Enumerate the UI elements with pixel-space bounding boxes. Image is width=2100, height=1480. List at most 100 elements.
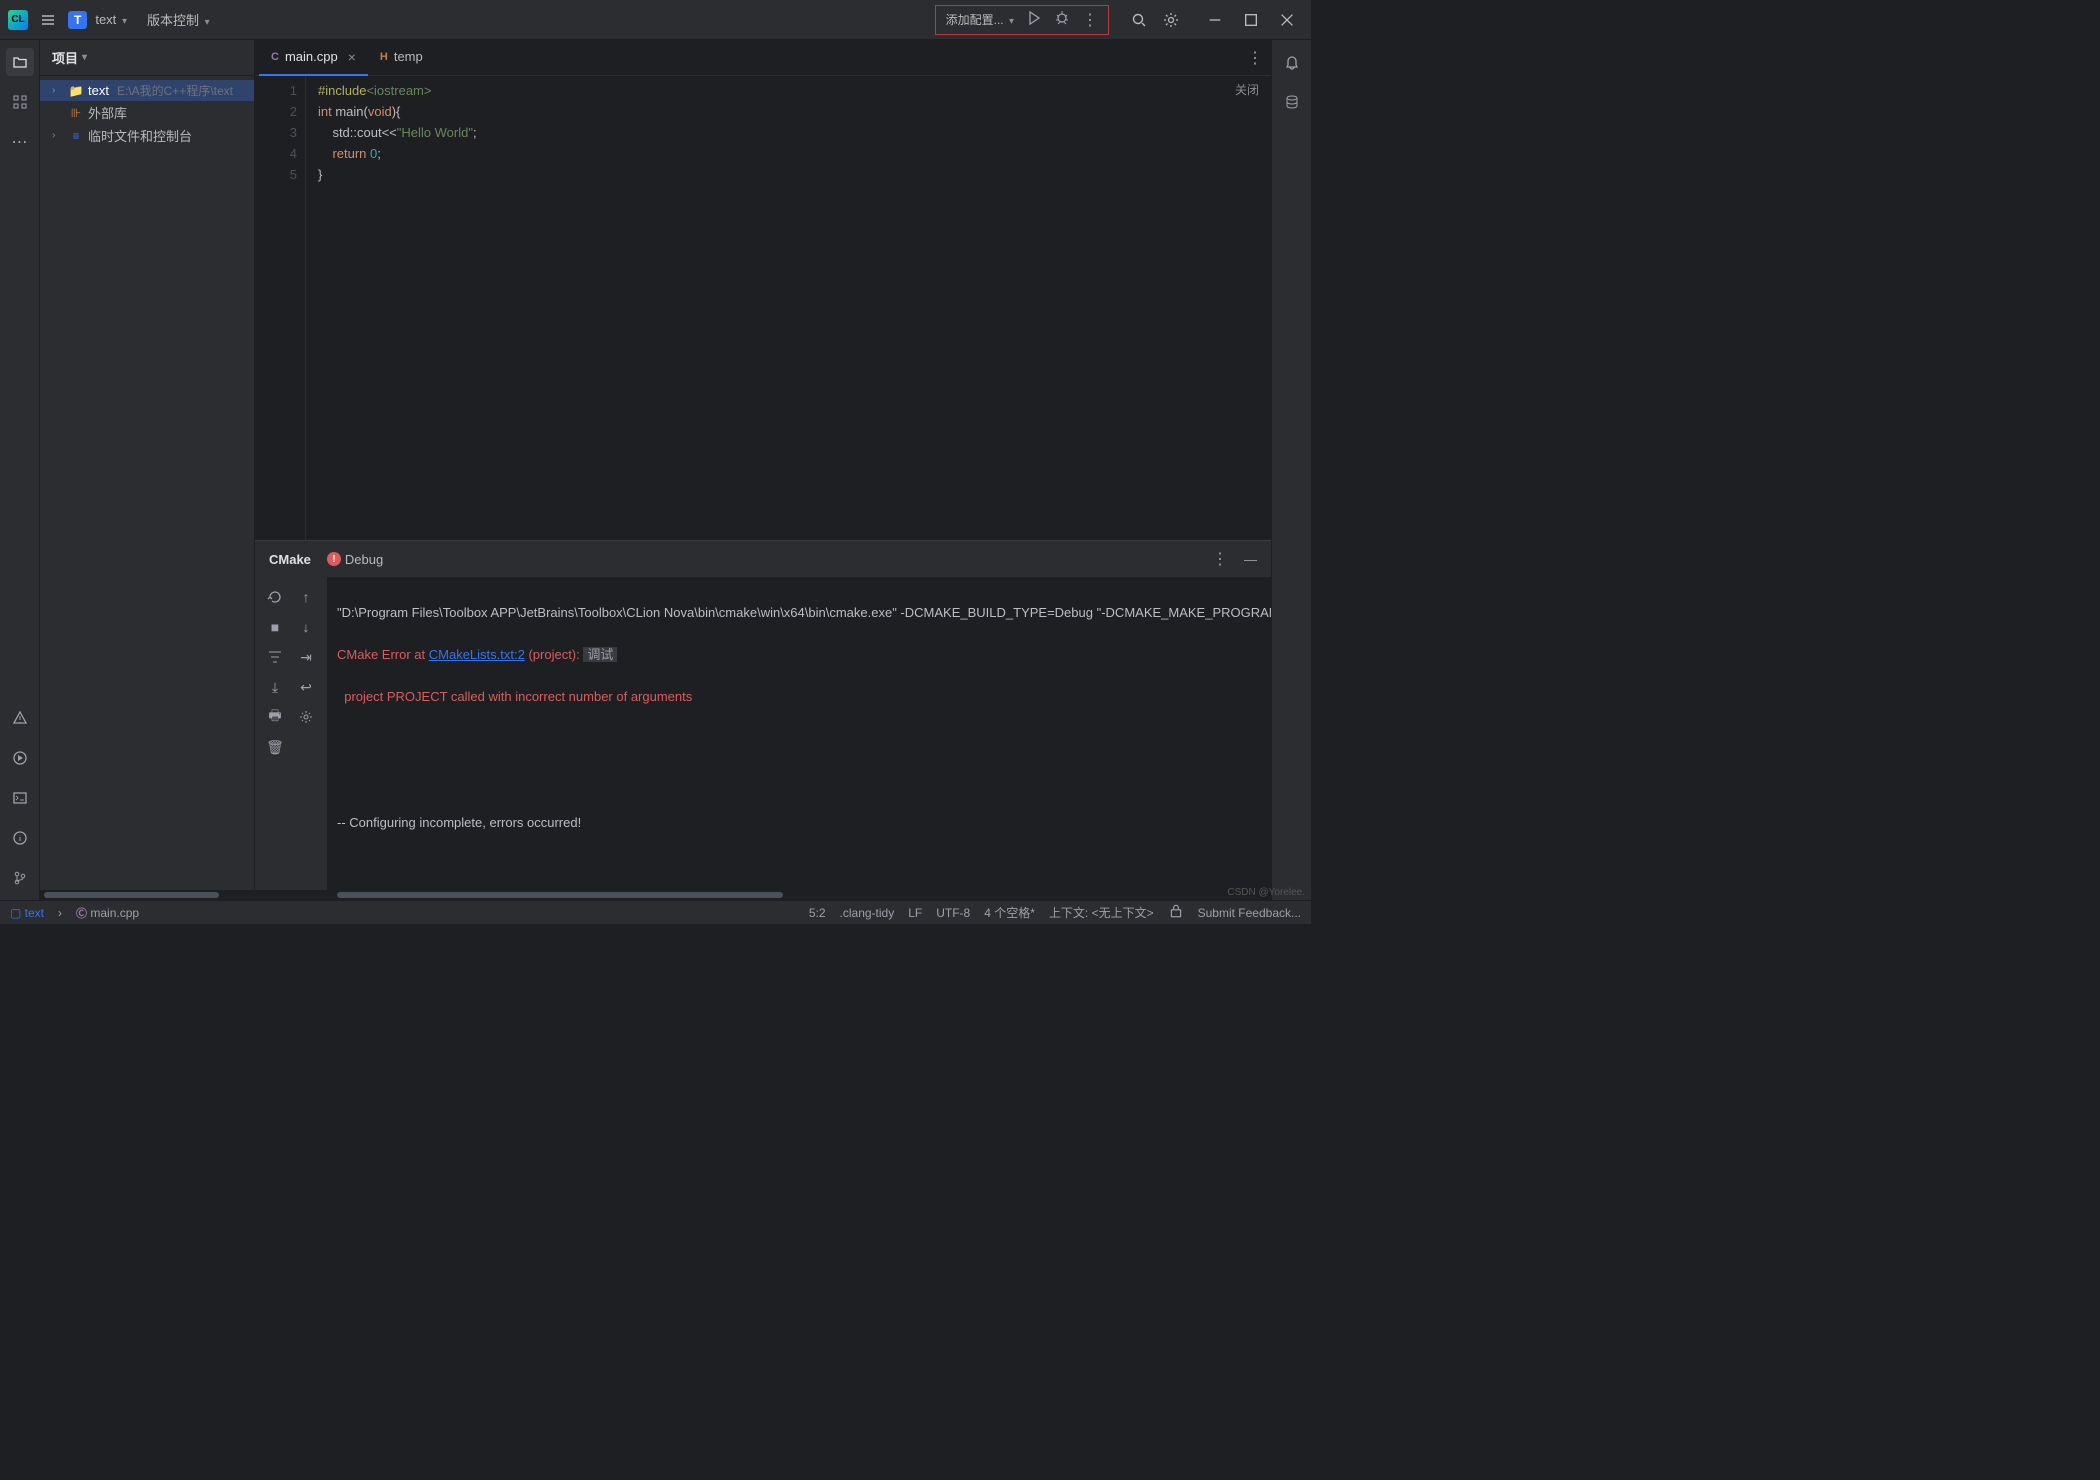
tab-temp[interactable]: H temp (368, 40, 435, 76)
project-name-dropdown[interactable]: text ▾ (95, 12, 127, 27)
search-button[interactable] (1127, 8, 1151, 32)
debug-tab[interactable]: !Debug (327, 552, 383, 567)
debug-button[interactable] (1054, 10, 1070, 29)
filter-button[interactable] (263, 645, 287, 669)
cmake-panel: CMake !Debug ⋮ — ↑ ■ ↓ ⇥ ⤓ ↩ 🖶 (255, 540, 1271, 900)
code-editor[interactable]: 1 2 3 4 5 关闭 #include<iostream> int main… (255, 76, 1271, 540)
tree-item-label: text (88, 83, 109, 98)
tab-main-cpp[interactable]: C main.cpp × (259, 40, 368, 76)
tree-expand-icon[interactable]: › (52, 85, 64, 96)
services-tool-button[interactable] (6, 744, 34, 772)
chevron-down-icon: ▾ (122, 16, 127, 27)
main-area: ⋯ 项目 ▾ › 📁 text E:\A我的C++程序\text ⊪ 外部库 › (0, 40, 1311, 900)
branch-icon (12, 870, 28, 886)
print-button[interactable]: 🖶 (263, 705, 287, 729)
project-tree: › 📁 text E:\A我的C++程序\text ⊪ 外部库 › ≡ 临时文件… (40, 76, 254, 890)
terminal-tool-button[interactable] (6, 784, 34, 812)
tree-item-scratches[interactable]: › ≡ 临时文件和控制台 (40, 124, 254, 147)
vcs-tool-button[interactable] (6, 864, 34, 892)
titlebar: CL T text ▾ 版本控制 ▾ 添加配置... ▾ ⋮ (0, 0, 1311, 40)
watermark: CSDN @Yorelee. (1227, 887, 1305, 898)
scroll-button[interactable]: ⤓ (263, 675, 287, 699)
reload-icon (267, 589, 283, 605)
gear-icon (298, 709, 314, 725)
cmake-options-button[interactable]: ⋮ (1212, 549, 1228, 569)
chevron-down-icon: ▾ (82, 52, 87, 63)
sb-tidy[interactable]: .clang-tidy (840, 906, 895, 920)
tab-close-button[interactable]: × (348, 49, 356, 65)
sb-context[interactable]: 上下文: <无上下文> (1049, 904, 1154, 921)
main-menu-button[interactable] (36, 8, 60, 32)
folder-icon: 📁 (68, 84, 84, 98)
notifications-button[interactable] (1278, 48, 1306, 76)
cmake-tab[interactable]: CMake (269, 552, 311, 567)
soft-wrap-button[interactable]: ↩ (294, 675, 318, 699)
code-content[interactable]: 关闭 #include<iostream> int main(void){ st… (305, 76, 1271, 540)
trash-button[interactable]: 🗑 (263, 735, 287, 759)
problems-tool-button[interactable] (6, 704, 34, 732)
tree-item-root[interactable]: › 📁 text E:\A我的C++程序\text (40, 80, 254, 101)
sb-eol[interactable]: LF (908, 906, 922, 920)
minimize-button[interactable] (1199, 6, 1231, 34)
sb-file[interactable]: Ⓒ main.cpp (76, 905, 139, 921)
tree-item-external-libs[interactable]: ⊪ 外部库 (40, 101, 254, 124)
editor-area: C main.cpp × H temp ⋮ 1 2 3 4 5 关闭 #incl… (255, 40, 1271, 900)
reload-button[interactable] (263, 585, 287, 609)
project-panel-header[interactable]: 项目 ▾ (40, 40, 254, 76)
chevron-down-icon: ▾ (205, 17, 210, 28)
project-panel: 项目 ▾ › 📁 text E:\A我的C++程序\text ⊪ 外部库 › ≡… (40, 40, 255, 900)
search-icon (1131, 12, 1147, 28)
structure-tool-button[interactable] (6, 88, 34, 116)
chevron-down-icon: ▾ (1009, 16, 1014, 27)
tree-item-path: E:\A我的C++程序\text (117, 82, 233, 99)
editor-tabs: C main.cpp × H temp ⋮ (255, 40, 1271, 76)
left-tool-rail: ⋯ (0, 40, 40, 900)
cmake-toolbar: ↑ ■ ↓ ⇥ ⤓ ↩ 🖶 🗑 (255, 577, 327, 890)
up-button[interactable]: ↑ (294, 585, 318, 609)
sb-feedback[interactable]: Submit Feedback... (1198, 906, 1301, 920)
wrap-button[interactable]: ⇥ (294, 645, 318, 669)
sb-position[interactable]: 5:2 (809, 906, 826, 920)
bug-icon (1054, 10, 1070, 26)
close-window-button[interactable] (1271, 6, 1303, 34)
database-button[interactable] (1278, 88, 1306, 116)
maximize-icon (1243, 12, 1259, 28)
sb-lock[interactable] (1168, 903, 1184, 922)
info-tool-button[interactable] (6, 824, 34, 852)
vcs-menu[interactable]: 版本控制 ▾ (147, 10, 210, 29)
hint-badge[interactable]: 调试 (583, 647, 617, 662)
tree-item-label: 外部库 (88, 103, 127, 122)
app-logo-icon: CL (8, 10, 28, 30)
close-icon (1279, 12, 1295, 28)
cpp-file-icon: C (271, 51, 279, 63)
cmake-hide-button[interactable]: — (1244, 552, 1257, 567)
down-button[interactable]: ↓ (294, 615, 318, 639)
run-button[interactable] (1026, 10, 1042, 29)
sb-module[interactable]: ▢ text (10, 906, 44, 920)
output-line: "D:\Program Files\Toolbox APP\JetBrains\… (337, 602, 1261, 623)
editor-more-button[interactable]: ⋮ (1243, 46, 1267, 70)
close-hint-button[interactable]: 关闭 (1235, 80, 1259, 101)
cmake-scrollbar[interactable] (255, 890, 1271, 900)
run-config-dropdown[interactable]: 添加配置... ▾ (946, 11, 1014, 28)
more-tool-button[interactable]: ⋯ (6, 128, 34, 156)
stop-button[interactable]: ■ (263, 615, 287, 639)
cmake-output[interactable]: "D:\Program Files\Toolbox APP\JetBrains\… (327, 577, 1271, 890)
gutter: 1 2 3 4 5 (255, 76, 305, 540)
library-icon: ⊪ (68, 106, 84, 120)
tree-expand-icon[interactable]: › (52, 130, 64, 141)
sb-encoding[interactable]: UTF-8 (936, 906, 970, 920)
filter-icon (267, 649, 283, 665)
error-dot-icon: ! (327, 552, 341, 566)
maximize-button[interactable] (1235, 6, 1267, 34)
warning-icon (12, 710, 28, 726)
settings-cmake-button[interactable] (294, 705, 318, 729)
project-tool-button[interactable] (6, 48, 34, 76)
error-file-link[interactable]: CMakeLists.txt:2 (429, 647, 525, 662)
more-run-button[interactable]: ⋮ (1082, 10, 1098, 30)
gear-icon (1163, 12, 1179, 28)
sb-indent[interactable]: 4 个空格* (984, 904, 1035, 921)
settings-button[interactable] (1159, 8, 1183, 32)
project-scrollbar[interactable] (40, 890, 254, 900)
output-line: -- Configuring incomplete, errors occurr… (337, 812, 1261, 833)
